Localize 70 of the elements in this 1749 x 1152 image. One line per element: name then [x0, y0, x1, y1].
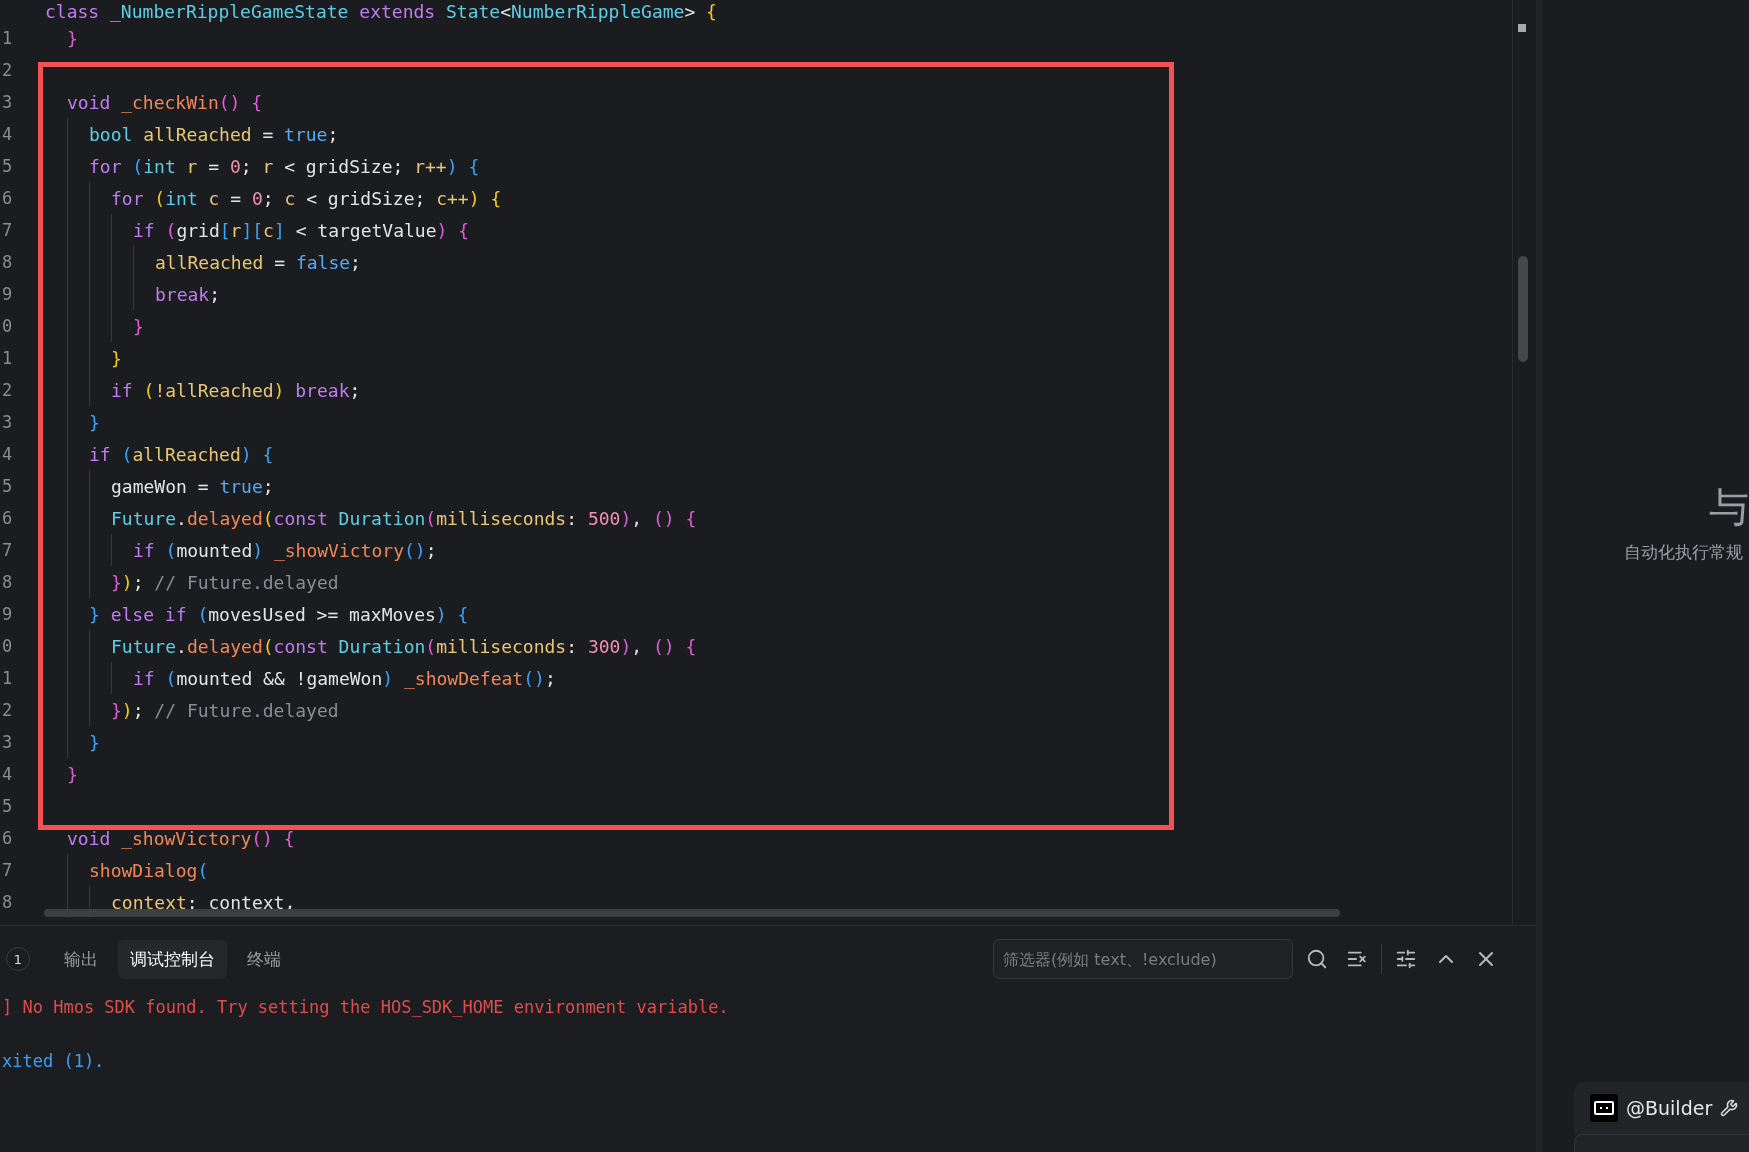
line-number: 5: [2, 796, 14, 816]
agent-name: @Builder: [1626, 1097, 1713, 1119]
line-number: 5: [2, 476, 14, 496]
code-line: }: [67, 763, 78, 785]
code-line: } else if (movesUsed >= maxMoves) {: [89, 603, 469, 625]
code-line: for (int r = 0; r < gridSize; r++) {: [89, 155, 480, 177]
panel-tab[interactable]: 输出: [52, 939, 110, 979]
line-number: 3: [2, 92, 14, 112]
code-line: if (mounted) _showVictory();: [133, 539, 437, 561]
robot-icon: [1590, 1094, 1618, 1122]
code-line: Future.delayed(const Duration(milliseconds: 500), () {: [111, 507, 697, 529]
code-line: if (!allReached) break;: [111, 379, 361, 401]
code-line: Future.delayed(const Duration(milliseconds: 300), () {: [111, 635, 697, 657]
code-line: }: [111, 347, 122, 369]
line-number: 2: [2, 380, 14, 400]
subtitle-text: 自动化执行常规: [1624, 541, 1743, 564]
line-number: 7: [2, 540, 14, 560]
line-number: 8: [2, 252, 14, 272]
panel-tab[interactable]: 调试控制台: [118, 939, 227, 979]
code-line: gameWon = true;: [111, 475, 274, 497]
overview-marker: [1518, 24, 1526, 32]
line-number: 7: [2, 220, 14, 240]
line-number: 9: [2, 284, 14, 304]
line-number: 6: [2, 188, 14, 208]
code-line: break;: [155, 283, 221, 305]
code-line: if (mounted && !gameWon) _showDefeat();: [133, 667, 556, 689]
code-line: class _NumberRippleGameState extends State<NumberRippleGame> {: [45, 0, 717, 22]
line-number: 5: [2, 156, 14, 176]
code-line: showDialog(: [89, 859, 209, 881]
code-line: }: [89, 411, 100, 433]
code-line: if (allReached) {: [89, 443, 274, 465]
code-line: }: [89, 731, 100, 753]
line-number: 4: [2, 444, 14, 464]
line-number: 0: [2, 636, 14, 656]
line-number: 7: [2, 860, 14, 880]
code-line: }: [133, 315, 144, 337]
line-number: 8: [2, 892, 14, 912]
line-number: 4: [2, 124, 14, 144]
line-number: 3: [2, 412, 14, 432]
code-line: context: context,: [111, 891, 296, 913]
line-number: 1: [2, 668, 14, 688]
line-number: 2: [2, 700, 14, 720]
line-number: 1: [2, 348, 14, 368]
code-line: void _showVictory() {: [67, 827, 295, 849]
line-number: 2: [2, 60, 14, 80]
agent-card[interactable]: @Builder: [1574, 1082, 1749, 1134]
code-line: }: [67, 27, 78, 49]
output-line: xited (1).: [2, 1050, 106, 1073]
line-number: 1: [2, 28, 14, 48]
line-number: 0: [2, 316, 14, 336]
line-number: 6: [2, 828, 14, 848]
scrollbar-thumb[interactable]: [1518, 256, 1528, 362]
panel-tab[interactable]: 终端: [235, 939, 293, 979]
filter-field[interactable]: 筛选器(例如 text、!exclude): [993, 939, 1293, 979]
code-line: bool allReached = true;: [89, 123, 339, 145]
code-line: }); // Future.delayed: [111, 699, 339, 721]
line-number: 8: [2, 572, 14, 592]
heading-text: 与: [1709, 483, 1749, 532]
tools-icon: [1720, 1099, 1739, 1117]
code-line: if (grid[r][c] < targetValue) {: [133, 219, 470, 241]
line-number: 6: [2, 508, 14, 528]
code-line: void _checkWin() {: [67, 91, 263, 113]
line-number: 4: [2, 764, 14, 784]
code-line: }); // Future.delayed: [111, 571, 339, 593]
horizontal-scrollbar[interactable]: [44, 909, 1340, 917]
line-number: 3: [2, 732, 14, 752]
code-line: for (int c = 0; c < gridSize; c++) {: [111, 187, 502, 209]
output-line: ] No Hmos SDK found. Try setting the HOS_SDK_HOME environment variable.: [2, 996, 730, 1019]
code-line: allReached = false;: [155, 251, 361, 273]
line-number: 9: [2, 604, 14, 624]
